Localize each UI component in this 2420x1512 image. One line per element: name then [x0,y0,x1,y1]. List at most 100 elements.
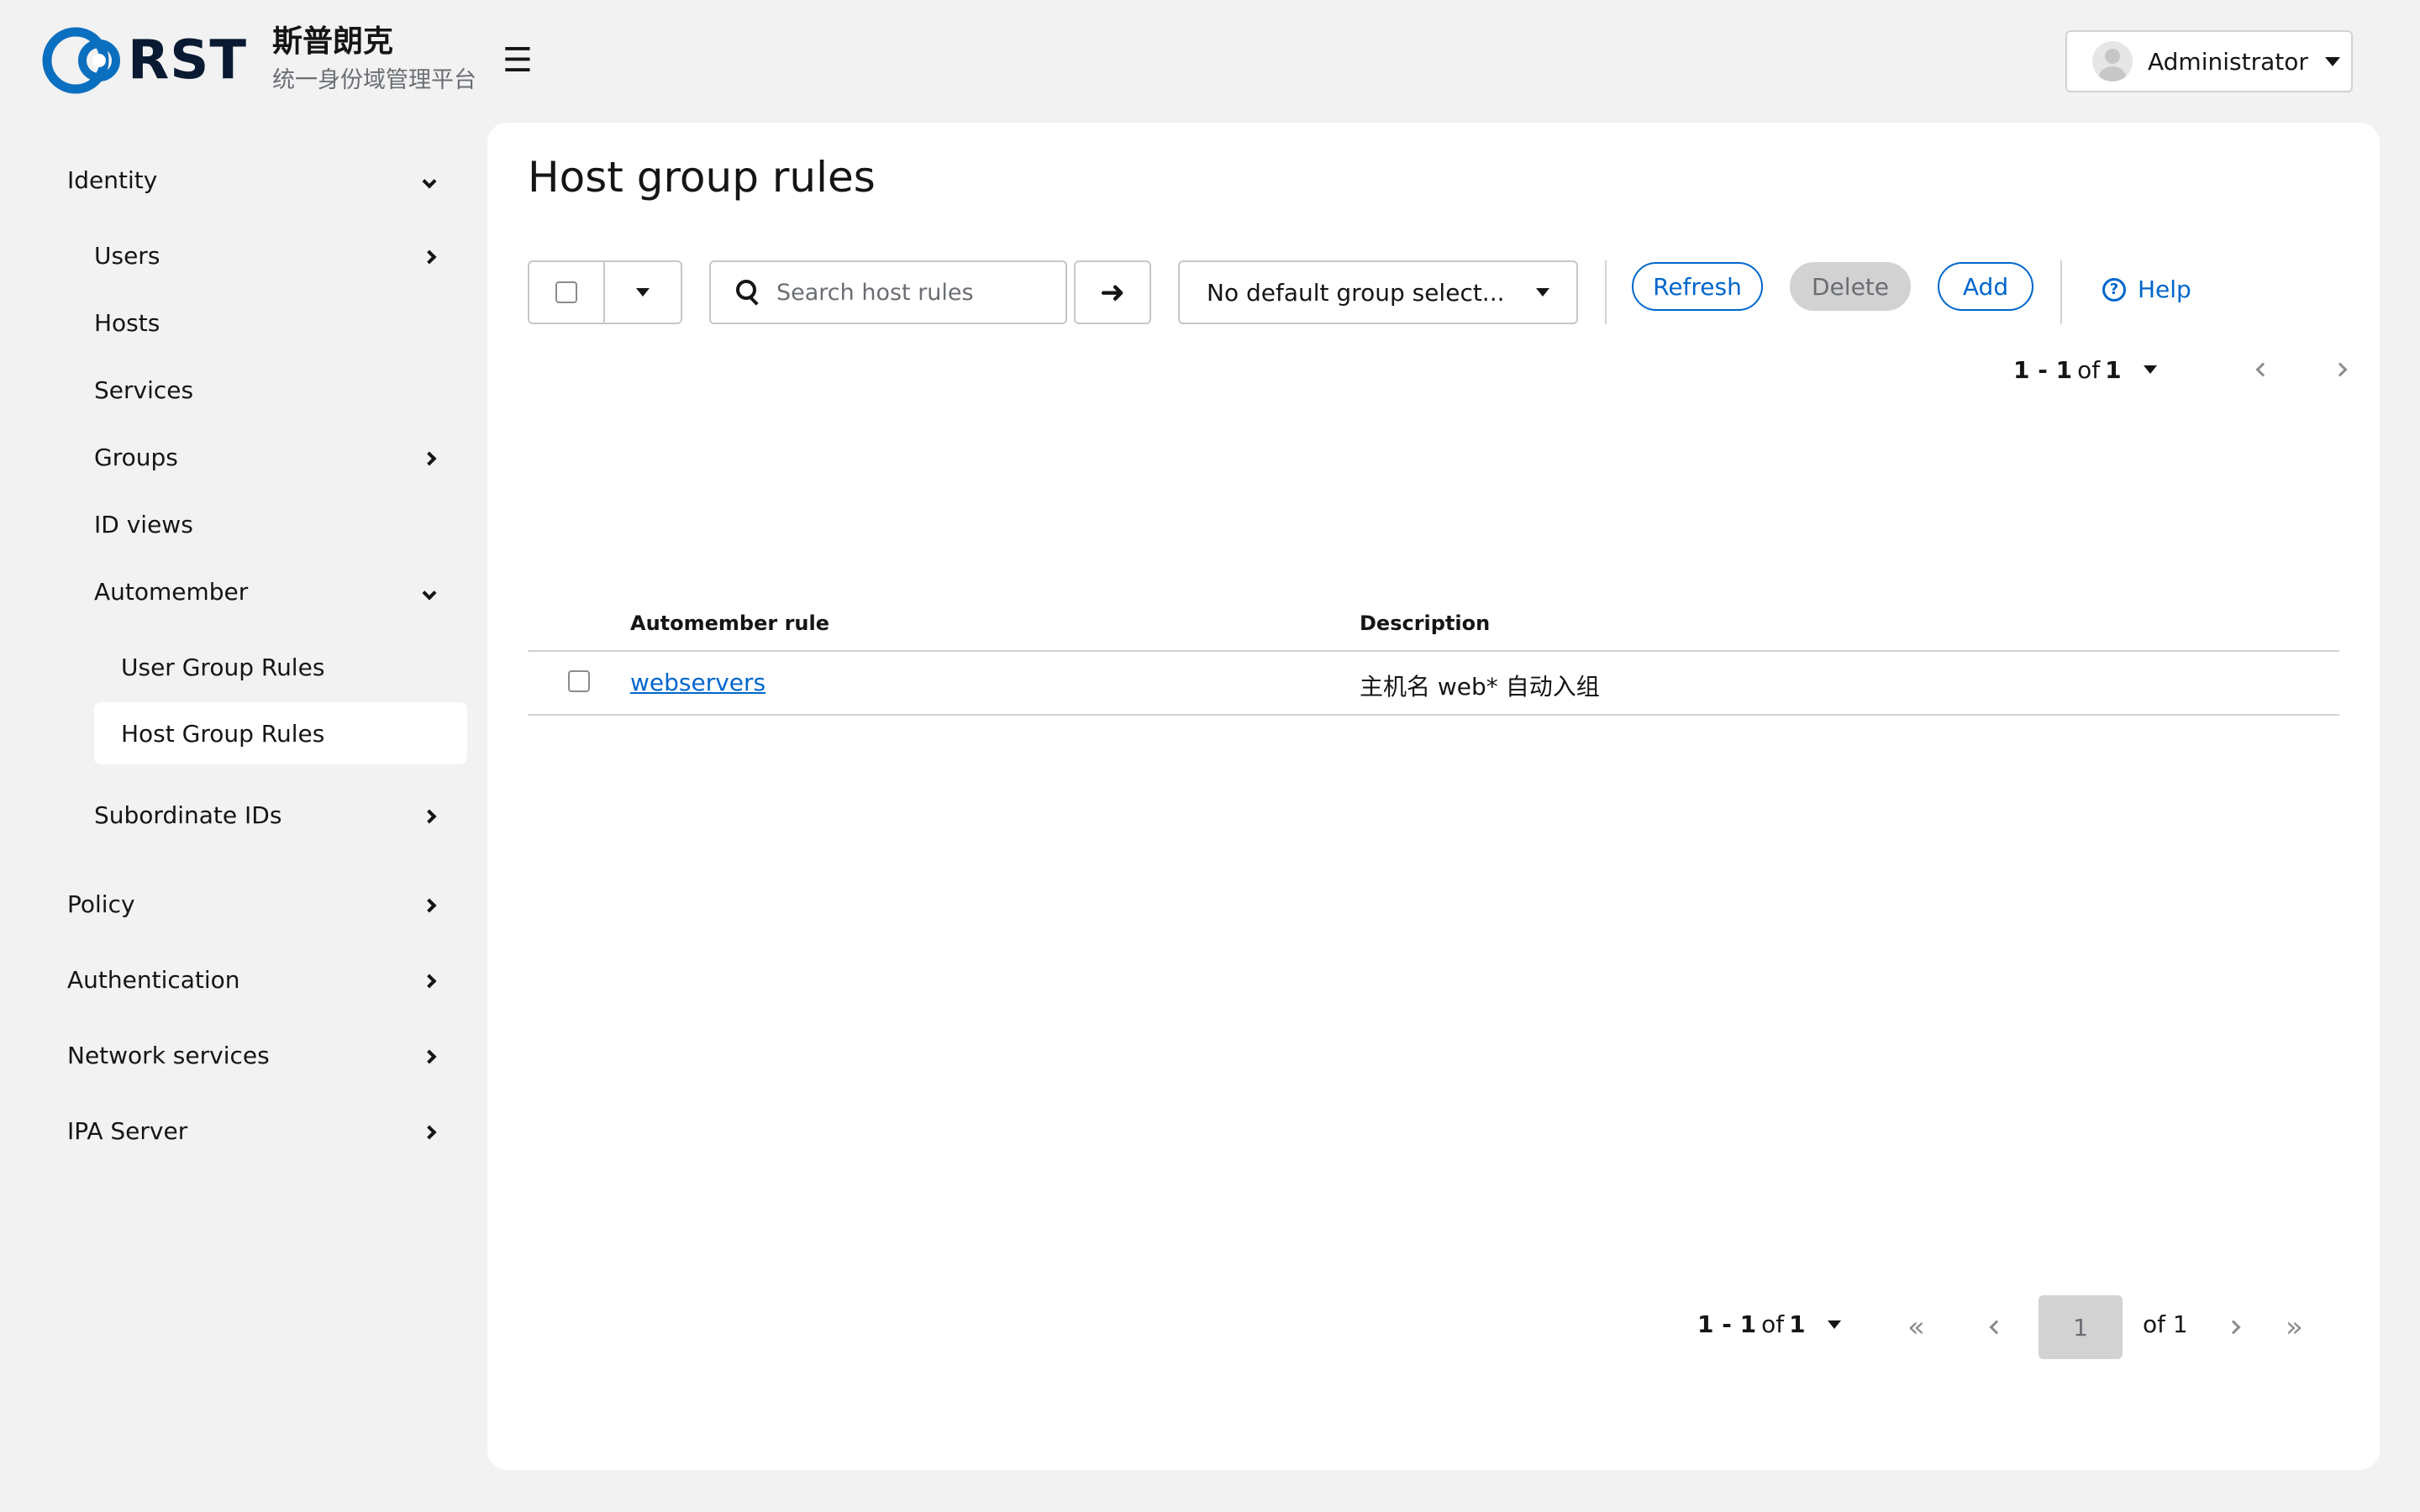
bulk-select [528,260,682,324]
add-button[interactable]: Add [1938,262,2033,311]
previous-page-icon[interactable] [2255,362,2270,377]
brand-name: 斯普朗克 [272,24,394,59]
caret-down-icon [636,288,650,297]
chevron-right-icon [417,803,442,827]
chevron-right-icon [417,445,442,469]
sidebar-item-label: IPA Server [67,1116,188,1145]
sidebar-item-hosts[interactable]: Hosts [94,306,442,339]
user-dropdown[interactable]: Administrator [2065,30,2353,92]
logo-icon [42,27,120,94]
refresh-button[interactable]: Refresh [1632,262,1763,311]
brand-logo: RST 斯普朗克 统一身份域管理平台 [39,18,476,102]
logo-text: RST [128,29,248,92]
table-header: Automember rule Description [528,593,2339,652]
search-box[interactable] [709,260,1067,324]
chevron-right-icon [417,1043,442,1067]
user-name: Administrator [2148,47,2308,76]
chevron-right-icon [417,968,442,991]
last-page-icon[interactable]: » [2286,1313,2303,1341]
brand-text: 斯普朗克 统一身份域管理平台 [272,24,476,97]
pagination-of: of [1761,1310,1785,1338]
sidebar-item-label: Automember [94,577,249,606]
page-of-total: of 1 [2143,1310,2188,1338]
pagination-range: 1 - 1 [2013,355,2073,384]
default-group-select[interactable]: No default group select... [1178,260,1578,324]
sidebar-item-host-group-rules[interactable]: Host Group Rules [94,702,467,764]
toolbar-divider [2060,260,2062,324]
previous-page-icon[interactable] [1989,1320,2004,1335]
arrow-right-icon: ➜ [1099,275,1126,310]
sidebar-item-label: Groups [94,443,178,471]
question-circle-icon: ? [2102,277,2126,302]
sidebar-item-identity[interactable]: Identity [67,163,442,197]
delete-button[interactable]: Delete [1790,262,1911,311]
pagination-range: 1 - 1 [1697,1310,1757,1338]
sidebar-item-user-group-rules[interactable]: User Group Rules [121,650,442,684]
sidebar-item-users[interactable]: Users [94,239,442,272]
row-checkbox[interactable] [568,670,590,692]
caret-down-icon [2324,56,2340,66]
hamburger-menu-icon[interactable]: ☰ [502,40,533,81]
page-number-input[interactable]: 1 [2039,1295,2123,1359]
bulk-select-checkbox-wrap[interactable] [529,262,605,323]
sidebar-item-id-views[interactable]: ID views [94,507,442,541]
toolbar: ➜ No default group select... Refresh Del… [528,260,2343,324]
sidebar-item-policy[interactable]: Policy [67,887,442,921]
caret-down-icon [1536,288,1549,297]
sidebar-item-ipa-server[interactable]: IPA Server [67,1114,442,1147]
sidebar-item-label: Users [94,241,160,270]
column-header-rule[interactable]: Automember rule [630,612,829,635]
sidebar-item-label: Authentication [67,965,240,994]
sidebar-item-subordinate-ids[interactable]: Subordinate IDs [94,798,442,832]
sidebar-item-label: User Group Rules [121,653,325,681]
sidebar-item-label: Identity [67,165,158,194]
bulk-select-toggle[interactable] [605,262,681,323]
sidebar-item-label: Services [94,375,194,404]
bulk-select-checkbox[interactable] [555,281,577,303]
pagination-of: of [2077,355,2101,384]
sidebar-item-label: Subordinate IDs [94,801,282,829]
rule-link[interactable]: webservers [630,669,765,696]
table-row: webservers 主机名 web* 自动入组 [528,652,2339,716]
column-header-description: Description [1360,612,1491,635]
pagination-toggle[interactable]: 1 - 1 of 1 [2013,356,2157,384]
caret-down-icon [2143,365,2157,374]
pagination-toggle[interactable]: 1 - 1 of 1 [1697,1310,1841,1338]
pagination-top: 1 - 1 of 1 [2013,351,2348,388]
chevron-right-icon [417,892,442,916]
first-page-icon[interactable]: « [1907,1313,1925,1341]
chevron-right-icon [417,244,442,267]
sidebar-item-automember[interactable]: Automember [94,575,442,608]
next-page-icon[interactable] [2226,1320,2241,1335]
pagination-total: 1 [2105,355,2122,384]
rule-description: 主机名 web* 自动入组 [1360,673,1600,701]
rules-table: Automember rule Description webservers 主… [528,593,2339,716]
chevron-right-icon [417,1119,442,1142]
chevron-down-icon [417,580,442,603]
search-input[interactable] [776,279,1062,306]
sidebar-item-label: Policy [67,890,135,918]
sidebar-item-label: ID views [94,510,193,538]
default-group-value: No default group select... [1207,278,1505,307]
sidebar-item-network-services[interactable]: Network services [67,1038,442,1072]
search-submit-button[interactable]: ➜ [1074,260,1151,324]
pagination-bottom: 1 - 1 of 1 « 1 of 1 » [1697,1295,2353,1359]
sidebar-item-label: Hosts [94,308,160,337]
chevron-down-icon [417,168,442,192]
caret-down-icon [1827,1320,1841,1329]
search-icon [736,280,761,305]
help-link[interactable]: ? Help [2102,276,2191,303]
sidebar-item-label: Network services [67,1041,270,1069]
sidebar-item-authentication[interactable]: Authentication [67,963,442,996]
avatar [2092,41,2133,81]
page-title: Host group rules [528,153,876,202]
brand-subtitle: 统一身份域管理平台 [272,67,477,93]
sidebar-item-services[interactable]: Services [94,373,442,407]
next-page-icon[interactable] [2333,362,2348,377]
toolbar-divider [1605,260,1607,324]
pagination-total: 1 [1789,1310,1806,1338]
sidebar-item-label: Host Group Rules [121,719,325,748]
help-label: Help [2138,276,2191,303]
main-card: Host group rules ➜ No default group sele… [487,123,2380,1470]
sidebar-item-groups[interactable]: Groups [94,440,442,474]
